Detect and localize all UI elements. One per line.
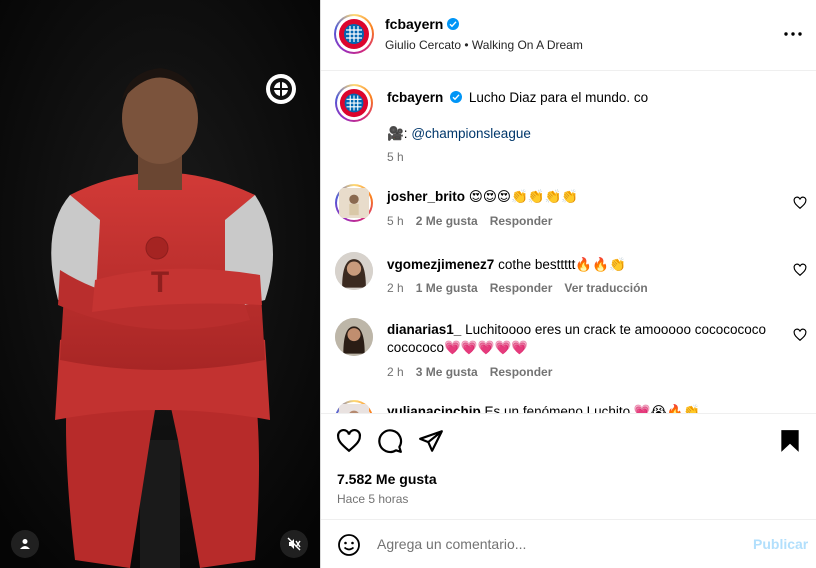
comment-item: dianarias1_ Luchitoooo eres un crack te … [321, 318, 816, 388]
heart-icon[interactable] [793, 196, 807, 210]
more-options-button[interactable] [781, 24, 805, 44]
commenter-photo [335, 252, 373, 290]
comment-username[interactable]: vgomezjimenez7 [387, 257, 494, 272]
author-username-row: fcbayern [385, 16, 460, 32]
post-timestamp[interactable]: Hace 5 horas [337, 492, 408, 506]
commenter-avatar[interactable] [335, 400, 373, 413]
heart-icon[interactable] [793, 328, 807, 342]
likes-count[interactable]: 7.582 Me gusta [337, 471, 437, 487]
muted-speaker-icon [287, 537, 301, 551]
user-icon [20, 539, 30, 549]
comment-time[interactable]: 2 h [387, 281, 404, 295]
see-translation-button[interactable]: Ver traducción [564, 281, 647, 295]
caption-text: fcbayern Lucho Diaz para el mundo. co [387, 89, 777, 107]
bookmark-icon[interactable] [777, 428, 803, 454]
comment-username[interactable]: yulianacinchip [387, 404, 481, 413]
comment-time[interactable]: 5 h [387, 214, 404, 228]
comment-likes[interactable]: 1 Me gusta [416, 281, 478, 295]
comment-text: dianarias1_ Luchitoooo eres un crack te … [387, 321, 777, 357]
post-actions: 7.582 Me gusta Hace 5 horas [321, 413, 816, 519]
caption-time[interactable]: 5 h [387, 150, 404, 164]
caption-credit: 🎥: @championsleague [387, 125, 777, 143]
comment-body: Es un fenómeno Luchito 💗😭🔥👏 [484, 404, 701, 413]
comment-icon[interactable] [377, 428, 403, 454]
comment-body: 😍😍😍👏👏👏👏 [468, 189, 579, 204]
comment-item: yulianacinchip Es un fenómeno Luchito 💗😭… [321, 400, 816, 413]
commenter-photo [339, 188, 369, 218]
comment-likes[interactable]: 3 Me gusta [416, 365, 478, 379]
commenter-avatar[interactable] [335, 318, 373, 356]
comment-text: josher_brito 😍😍😍👏👏👏👏 [387, 188, 777, 206]
mute-toggle-button[interactable] [280, 530, 308, 558]
heart-icon[interactable] [336, 428, 362, 454]
author-username[interactable]: fcbayern [385, 16, 443, 32]
commenter-avatar[interactable] [335, 184, 373, 222]
comment-text: vgomezjimenez7 cothe besttttt🔥🔥👏 [387, 256, 777, 274]
caption: fcbayern Lucho Diaz para el mundo. co 🎥:… [321, 84, 816, 174]
verified-badge-icon [447, 18, 460, 30]
post-header: fcbayern Giulio Cercato • Walking On A D… [321, 0, 816, 71]
comment-composer: Publicar [321, 519, 816, 568]
comment-item: josher_brito 😍😍😍👏👏👏👏 5 h 2 Me gusta Resp… [321, 184, 816, 244]
post-dialog: T fcbayern Giulio Cercato • Walking On A… [0, 0, 816, 568]
fc-bayern-logo [339, 19, 369, 49]
commenter-photo [335, 318, 373, 356]
comment-username[interactable]: dianarias1_ [387, 322, 461, 337]
comment-input[interactable] [377, 534, 727, 554]
commenter-photo [339, 404, 369, 413]
publish-button[interactable]: Publicar [753, 536, 808, 552]
comment-username[interactable]: josher_brito [387, 189, 465, 204]
audio-track[interactable]: Giulio Cercato • Walking On A Dream [385, 38, 583, 52]
tagged-users-button[interactable] [11, 530, 39, 558]
comment-item: vgomezjimenez7 cothe besttttt🔥🔥👏 2 h 1 M… [321, 252, 816, 312]
caption-body: Lucho Diaz para el mundo. co [468, 90, 649, 105]
comment-meta: 2 h 1 Me gusta Responder Ver traducción [387, 281, 648, 295]
caption-meta: 5 h [387, 150, 404, 164]
verified-badge-icon [450, 91, 463, 103]
comment-likes[interactable]: 2 Me gusta [416, 214, 478, 228]
fc-bayern-watermark-logo [266, 74, 296, 104]
reply-button[interactable]: Responder [490, 365, 553, 379]
fc-bayern-logo [339, 88, 369, 118]
heart-icon[interactable] [793, 263, 807, 277]
credit-mention-link[interactable]: @championsleague [411, 126, 531, 141]
comment-body: cothe besttttt🔥🔥👏 [498, 257, 626, 272]
comment-meta: 5 h 2 Me gusta Responder [387, 214, 552, 228]
comment-meta: 2 h 3 Me gusta Responder [387, 365, 552, 379]
author-avatar[interactable] [335, 84, 373, 122]
comments-list[interactable]: fcbayern Lucho Diaz para el mundo. co 🎥:… [321, 72, 816, 413]
emoji-icon[interactable] [337, 533, 361, 557]
author-avatar[interactable] [334, 14, 374, 54]
commenter-avatar[interactable] [335, 252, 373, 290]
more-options-icon [784, 32, 802, 36]
credit-prefix: 🎥: [387, 126, 412, 141]
comment-text: yulianacinchip Es un fenómeno Luchito 💗😭… [387, 403, 777, 413]
video-player[interactable]: T [0, 0, 320, 568]
share-icon[interactable] [418, 428, 444, 454]
reply-button[interactable]: Responder [490, 214, 553, 228]
caption-username[interactable]: fcbayern [387, 90, 443, 105]
svg-text:T: T [151, 266, 169, 299]
reply-button[interactable]: Responder [490, 281, 553, 295]
post-side-panel: fcbayern Giulio Cercato • Walking On A D… [320, 0, 816, 568]
comment-time[interactable]: 2 h [387, 365, 404, 379]
